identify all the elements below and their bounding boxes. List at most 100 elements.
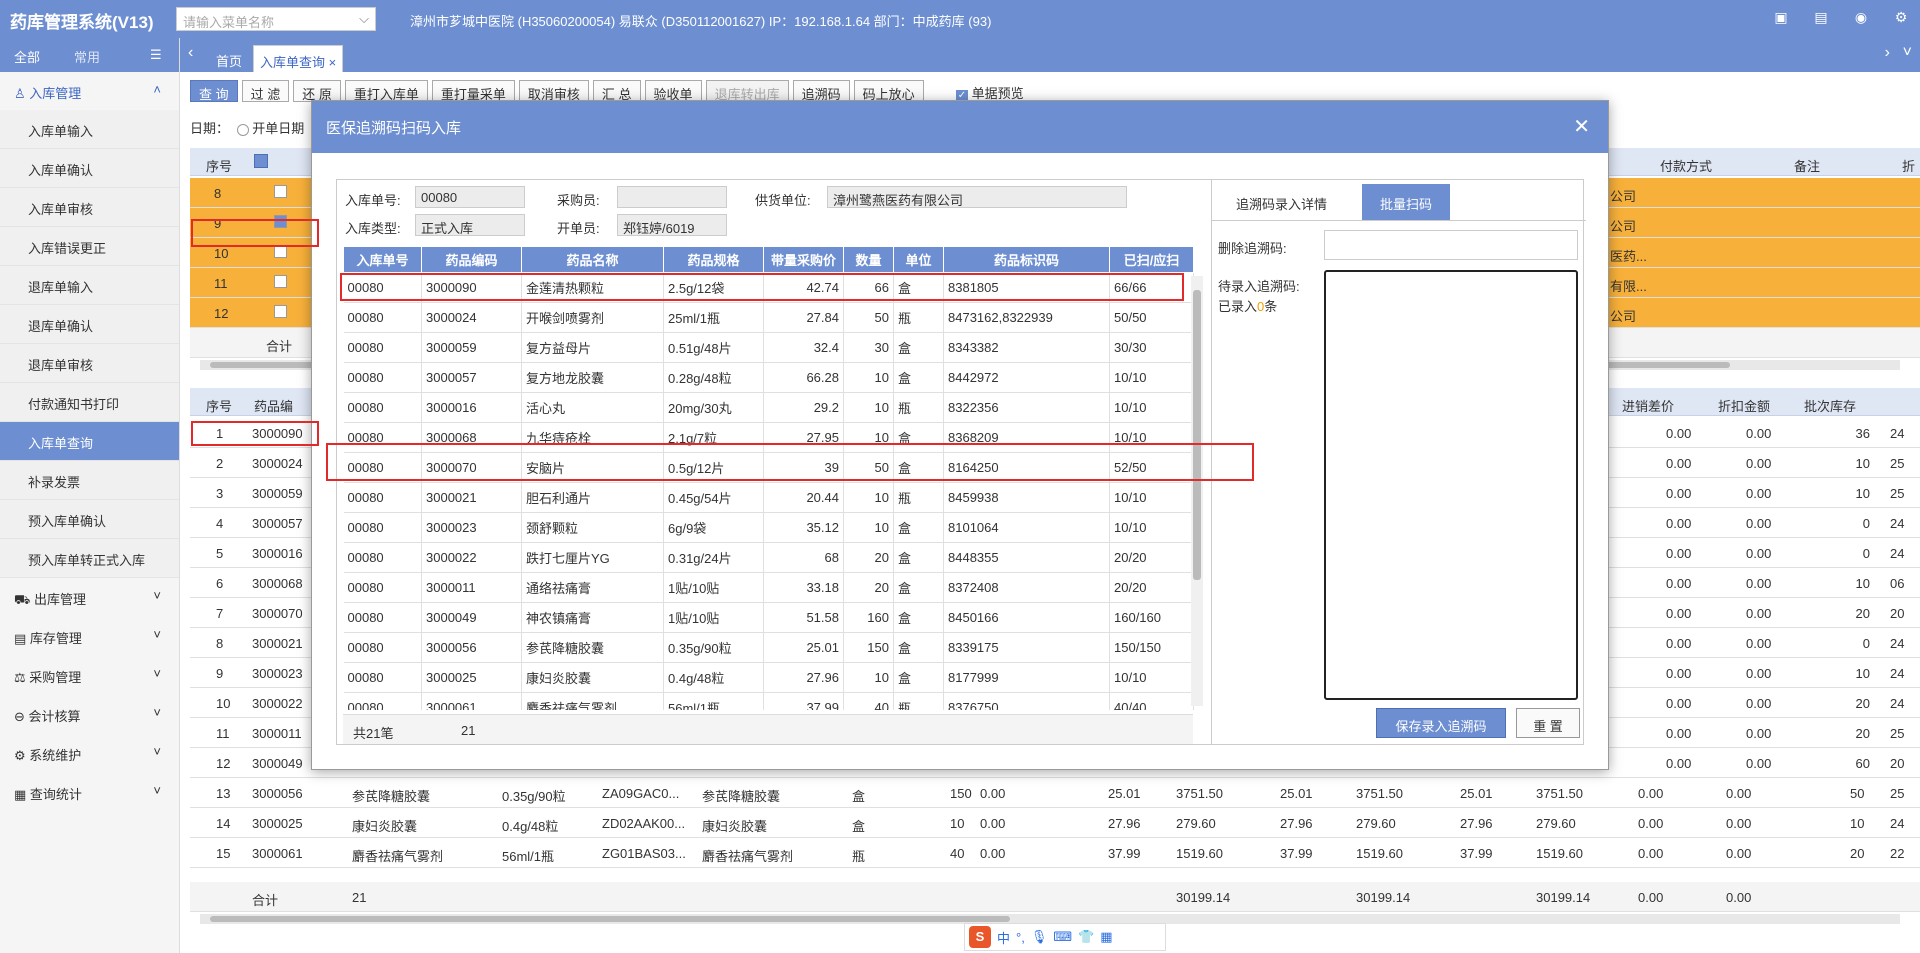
row-checkbox[interactable]	[274, 185, 287, 198]
toolbar-button[interactable]: 还 原	[293, 80, 341, 102]
toolbar-button[interactable]: 重打入库单	[344, 80, 428, 102]
sidebar-group-inbound[interactable]: ♙ 入库管理 ˄	[0, 72, 179, 110]
table-row[interactable]: 00080 3000059 复方益母片 0.51g/48片 32.4 30 盒 8343382…	[343, 332, 1194, 363]
eye-icon[interactable]: ◉	[1852, 9, 1870, 27]
chevron-down-icon[interactable]: ˅	[1903, 44, 1912, 62]
column-header[interactable]: 药品标识码	[943, 246, 1110, 273]
keyboard-icon[interactable]: ⌨	[1053, 929, 1072, 945]
table-row[interactable]: 15 3000061 麝香祛痛气雾剂 56ml/1瓶 ZG01BAS03... 麝香祛痛气…	[190, 838, 1920, 868]
save-trace-button[interactable]: 保存录入追溯码	[1376, 708, 1506, 738]
column-header[interactable]: 药品编码	[421, 246, 522, 273]
tab-home[interactable]: 首页	[210, 45, 249, 72]
column-header[interactable]: 数量	[843, 246, 894, 273]
table-cell: 盒	[893, 602, 944, 633]
sidebar-item[interactable]: 入库单确认	[0, 149, 179, 188]
toolbox-icon[interactable]: ▦	[1100, 929, 1112, 945]
toolbar-button[interactable]: 验收单	[644, 80, 702, 102]
delete-trace-input[interactable]	[1324, 230, 1578, 260]
column-header[interactable]: 药品名称	[521, 246, 664, 273]
highlight-row-1	[340, 273, 1184, 301]
microphone-icon[interactable]: 🎙	[1031, 929, 1048, 945]
sidebar-group[interactable]: ⚖ 采购管理 ˅	[0, 656, 179, 695]
table-cell: 神农镇痛膏	[521, 602, 664, 633]
table-row[interactable]: 00080 3000021 胆石利通片 0.45g/54片 20.44 10 瓶 845993…	[343, 482, 1194, 513]
chevron-down-icon: ⌵	[359, 11, 369, 26]
column-header[interactable]: 已扫/应扫	[1109, 246, 1194, 273]
sidebar-group[interactable]: ⚙ 系统维护 ˅	[0, 734, 179, 773]
close-icon[interactable]: ✕	[1573, 114, 1590, 139]
toolbar-button[interactable]: 追溯码	[792, 80, 850, 102]
table-row[interactable]: 00080 3000011 通络祛痛膏 1贴/10贴 33.18 20 盒 8372408 20…	[343, 572, 1194, 603]
table-row[interactable]: 14 3000025 康妇炎胶囊 0.4g/48粒 ZD02AAK00... 康妇炎胶囊盒…	[190, 808, 1920, 838]
table-row[interactable]: 00080 3000061 麝香祛痛气雾剂 56ml/1瓶 37.99 40 瓶 837675…	[343, 692, 1194, 710]
sogou-logo-icon[interactable]: S	[969, 926, 991, 948]
table-cell: 66.28	[763, 362, 844, 393]
toolbar-button[interactable]: 重打量采单	[431, 80, 515, 102]
row-checkbox[interactable]	[274, 305, 287, 318]
tab-all[interactable]: 全部	[14, 47, 40, 66]
chevron-left-icon[interactable]: ‹	[188, 44, 193, 62]
table-cell: 3000056	[421, 632, 522, 663]
row-checkbox[interactable]	[274, 275, 287, 288]
close-icon[interactable]: ×	[329, 55, 337, 70]
table-row[interactable]: 00080 3000049 神农镇痛膏 1贴/10贴 51.58 160 盒 8450166 1…	[343, 602, 1194, 633]
chevron-right-icon[interactable]: ›	[1885, 44, 1890, 62]
sidebar-group[interactable]: ▤ 库存管理 ˅	[0, 617, 179, 656]
select-all-checkbox[interactable]	[254, 154, 268, 168]
sidebar-item[interactable]: 退库单审核	[0, 344, 179, 383]
date-radio[interactable]	[236, 123, 249, 136]
pending-trace-textarea[interactable]	[1324, 270, 1578, 700]
monitor-icon[interactable]: ▣	[1772, 9, 1790, 27]
toolbar-button[interactable]: 汇 总	[592, 80, 641, 102]
sidebar-group[interactable]: ⛟ 出库管理 ˅	[0, 578, 179, 617]
sidebar-group[interactable]: ⊖ 会计核算 ˅	[0, 695, 179, 734]
table-row[interactable]: 00080 3000057 复方地龙胶囊 0.28g/48粒 66.28 10 盒 84429…	[343, 362, 1194, 393]
table-cell: 3000049	[421, 602, 522, 633]
toolbar-button[interactable]: 查 询	[190, 80, 238, 102]
gear-icon[interactable]: ⚙	[1892, 9, 1910, 27]
table-row[interactable]: 00080 3000025 康妇炎胶囊 0.4g/48粒 27.96 10 盒 8177999…	[343, 662, 1194, 693]
sidebar-item[interactable]: 入库单查询	[0, 422, 179, 461]
sidebar-item[interactable]: 退库单输入	[0, 266, 179, 305]
table-cell: 盒	[893, 632, 944, 663]
table-row[interactable]: 00080 3000024 开喉剑喷雾剂 25ml/1瓶 27.84 50 瓶 8473162…	[343, 302, 1194, 333]
column-header[interactable]: 药品规格	[663, 246, 764, 273]
menu-toggle-icon[interactable]: ☰	[150, 47, 162, 63]
toolbar-button[interactable]: 码上放心	[853, 80, 924, 102]
toolbar-button[interactable]: 取消审核	[518, 80, 589, 102]
column-header[interactable]: 入库单号	[343, 246, 422, 273]
sidebar-item[interactable]: 入库错误更正	[0, 227, 179, 266]
grid-vscroll[interactable]	[1191, 276, 1203, 706]
tab-common[interactable]: 常用	[74, 47, 100, 66]
toolbar-button[interactable]: 过 滤	[241, 80, 290, 102]
menu-search-input[interactable]: 请输入菜单名称 ⌵	[176, 7, 376, 31]
punctuation-icon[interactable]: °,	[1016, 930, 1025, 945]
table-row[interactable]: 13 3000056 参芪降糖胶囊 0.35g/90粒 ZA09GAC0... 参芪降糖胶…	[190, 778, 1920, 808]
table-row[interactable]: 00080 3000056 参芪降糖胶囊 0.35g/90粒 25.01 150 盒 8339…	[343, 632, 1194, 663]
chevron-down-icon: ˅	[153, 783, 161, 798]
table-cell: 8459938	[943, 482, 1110, 513]
sidebar-item[interactable]: 入库单输入	[0, 110, 179, 149]
sidebar-group[interactable]: ▦ 查询统计 ˅	[0, 773, 179, 812]
column-header[interactable]: 带量采购价	[763, 246, 844, 273]
sidebar-item[interactable]: 预入库单确认	[0, 500, 179, 539]
table-row[interactable]: 00080 3000016 活心丸 20mg/30丸 29.2 10 瓶 8322356 10/…	[343, 392, 1194, 423]
tab-trace-detail[interactable]: 追溯码录入详情	[1224, 184, 1339, 220]
table-cell: 20	[843, 572, 894, 603]
table-row[interactable]: 00080 3000023 颈舒颗粒 6g/9袋 35.12 10 盒 8101064 10/1…	[343, 512, 1194, 543]
reset-button[interactable]: 重 置	[1516, 708, 1580, 738]
sidebar-item[interactable]: 付款通知书打印	[0, 383, 179, 422]
tab-batch-scan[interactable]: 批量扫码	[1362, 184, 1450, 220]
skin-icon[interactable]: 👕	[1078, 929, 1094, 945]
sidebar-item[interactable]: 补录发票	[0, 461, 179, 500]
sidebar-item[interactable]: 预入库单转正式入库	[0, 539, 179, 578]
table-row[interactable]: 00080 3000022 跌打七厘片YG 0.31g/24片 68 20 盒 8448355…	[343, 542, 1194, 573]
column-header[interactable]: 单位	[893, 246, 944, 273]
document-icon[interactable]: ▤	[1812, 9, 1830, 27]
tab-inbound-query[interactable]: 入库单查询 ×	[253, 45, 344, 72]
toolbar-button[interactable]: 退库转出库	[705, 80, 789, 102]
sidebar-item[interactable]: 退库单确认	[0, 305, 179, 344]
table-cell: 复方地龙胶囊	[521, 362, 664, 393]
ime-lang[interactable]: 中	[997, 928, 1010, 947]
sidebar-item[interactable]: 入库单审核	[0, 188, 179, 227]
